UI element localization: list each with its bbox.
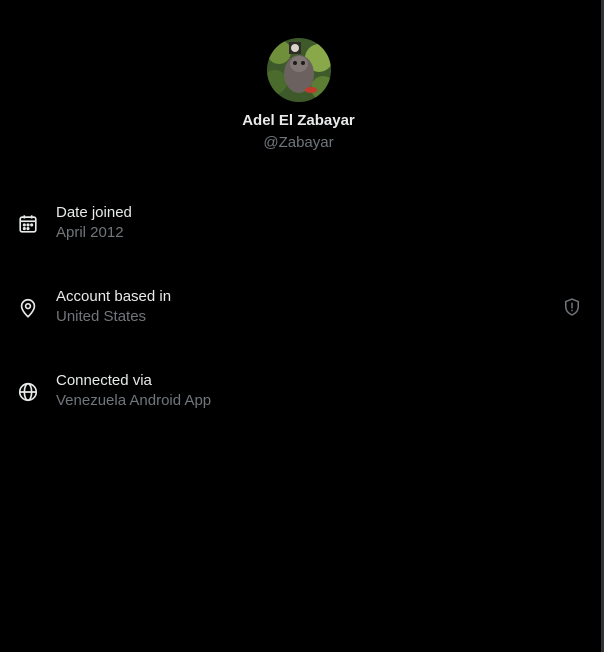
date-joined-value: April 2012: [56, 224, 124, 241]
date-joined-row: Date joined April 2012: [0, 203, 597, 247]
connected-via-value: Venezuela Android App: [56, 392, 212, 409]
shield-alert-icon[interactable]: [562, 297, 582, 317]
connected-via-label: Connected via: [56, 372, 152, 389]
calendar-icon: [19, 215, 37, 233]
profile-header: Adel El Zabayar @Zabayar: [0, 38, 597, 153]
account-based-in-row: Account based in United States: [0, 287, 597, 331]
globe-icon: [18, 382, 38, 402]
connected-via-text: Connected via Venezuela Android App: [56, 371, 211, 411]
location-pin-icon: [20, 298, 36, 318]
date-joined-text: Date joined April 2012: [56, 203, 132, 243]
user-handle: @Zabayar: [263, 134, 334, 151]
avatar[interactable]: [266, 38, 331, 102]
account-based-in-label: Account based in: [56, 288, 172, 305]
account-based-in-value: United States: [56, 308, 147, 325]
display-name: Adel El Zabayar: [242, 112, 355, 129]
date-joined-label: Date joined: [56, 204, 132, 221]
connected-via-row: Connected via Venezuela Android App: [0, 371, 597, 415]
account-based-in-text: Account based in United States: [56, 287, 171, 327]
